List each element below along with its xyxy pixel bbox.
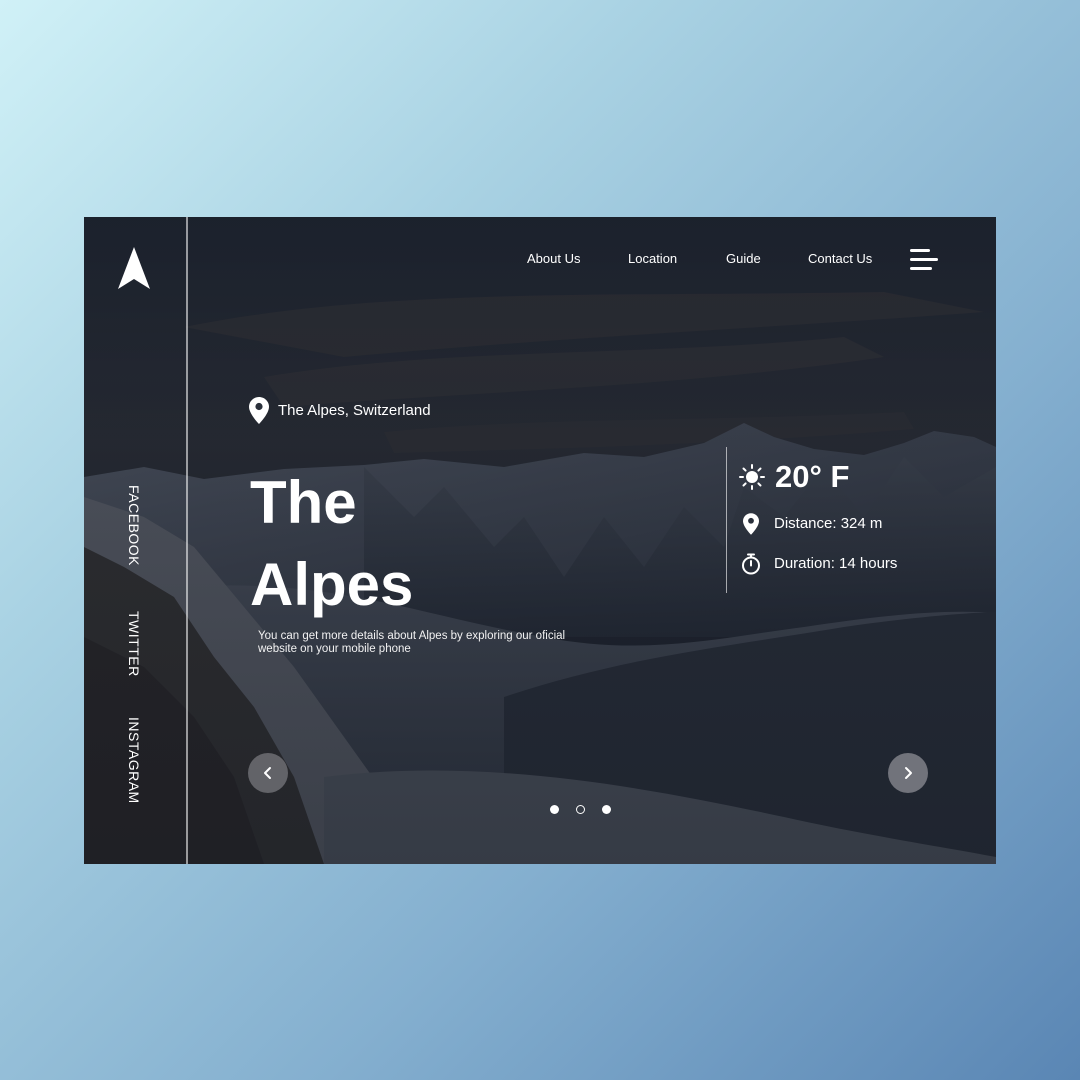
page-title-line-2: Alpes [250, 551, 414, 618]
temperature-value: 20° F [775, 459, 850, 494]
location-pin-icon [249, 397, 269, 424]
distance-value: Distance: 324 m [774, 515, 883, 532]
previous-slide-button[interactable] [248, 753, 288, 793]
hero-card: FACEBOOK TWITTER INSTAGRAM About Us Loca… [84, 217, 996, 864]
location-text: The Alpes, Switzerland [278, 402, 431, 419]
slide-dot-2[interactable] [576, 805, 585, 814]
nav-location[interactable]: Location [628, 251, 677, 266]
mountain-background [84, 217, 996, 864]
sidebar-divider [186, 217, 188, 864]
hero-description: You can get more details about Alpes by … [258, 630, 566, 655]
menu-icon-bar [910, 258, 938, 261]
location-pin-icon [743, 513, 759, 535]
info-divider [726, 447, 727, 593]
slide-dot-1[interactable] [550, 805, 559, 814]
chevron-right-icon [905, 767, 912, 779]
nav-contact-us[interactable]: Contact Us [808, 251, 872, 266]
nav-about-us[interactable]: About Us [527, 251, 580, 266]
social-link-facebook[interactable]: FACEBOOK [125, 485, 143, 566]
nav-guide[interactable]: Guide [726, 251, 761, 266]
menu-icon-bar [910, 249, 930, 252]
menu-icon-bar [910, 267, 932, 270]
slide-dot-3[interactable] [602, 805, 611, 814]
duration-value: Duration: 14 hours [774, 555, 898, 572]
location-label: The Alpes, Switzerland [249, 397, 431, 425]
navigation-arrow-icon[interactable] [116, 245, 152, 291]
stopwatch-icon [742, 553, 760, 575]
social-link-twitter[interactable]: TWITTER [125, 611, 143, 677]
social-link-instagram[interactable]: INSTAGRAM [125, 717, 143, 804]
chevron-left-icon [264, 767, 271, 779]
page-title-line-1: The [250, 469, 357, 536]
menu-icon[interactable] [910, 248, 942, 272]
next-slide-button[interactable] [888, 753, 928, 793]
sun-icon [739, 464, 765, 490]
